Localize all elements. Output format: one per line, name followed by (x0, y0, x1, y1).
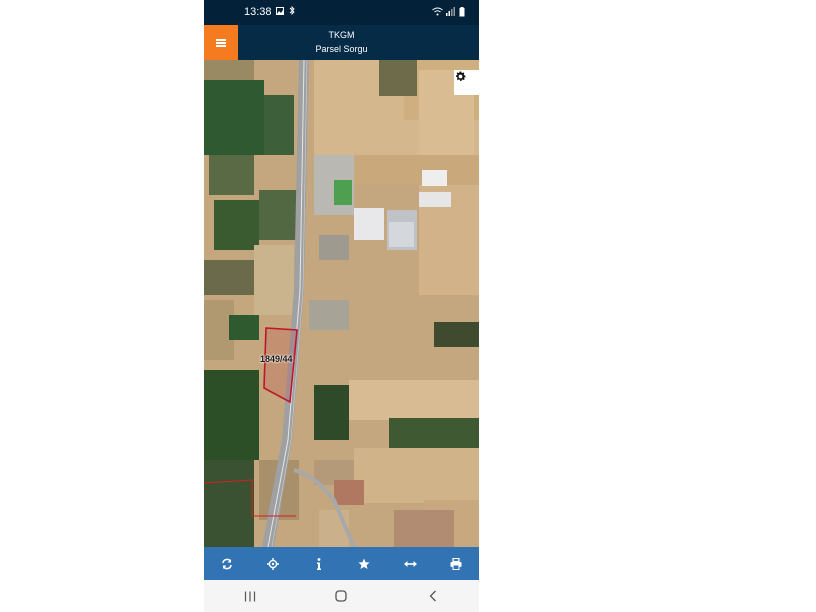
gear-icon (456, 71, 466, 81)
app-header: TKGM Parsel Sorgu (204, 25, 479, 60)
bluetooth-icon (289, 6, 295, 16)
status-time: 13:38 (244, 6, 272, 18)
refresh-icon (222, 558, 232, 569)
home-button[interactable] (326, 584, 356, 608)
satellite-map[interactable]: 1849/44 (204, 60, 479, 547)
map-settings-button[interactable] (454, 70, 479, 95)
back-icon (429, 590, 437, 602)
map-imagery (204, 60, 479, 547)
system-nav-bar (204, 580, 479, 612)
info-button[interactable] (307, 552, 331, 576)
locate-icon (266, 557, 279, 570)
app-title: TKGM (328, 30, 355, 40)
measure-icon (403, 560, 417, 567)
image-icon (276, 6, 284, 15)
status-right-icons (432, 6, 465, 17)
back-button[interactable] (418, 584, 448, 608)
print-icon (450, 557, 462, 570)
info-icon (316, 557, 321, 570)
signal-icon (446, 7, 456, 17)
home-icon (335, 590, 348, 602)
status-left-icons (276, 5, 295, 16)
phone-screen: 13:38 TKGM Parsel Sorgu 1849/44 (204, 0, 479, 612)
star-icon (358, 558, 370, 569)
print-button[interactable] (444, 552, 468, 576)
battery-icon (459, 6, 465, 17)
wifi-icon (432, 7, 443, 16)
refresh-button[interactable] (215, 552, 239, 576)
parcel-label: 1849/44 (260, 354, 293, 364)
locate-button[interactable] (261, 552, 285, 576)
recent-apps-button[interactable] (235, 584, 265, 608)
map-toolbar (204, 547, 479, 580)
measure-button[interactable] (398, 552, 422, 576)
app-subtitle: Parsel Sorgu (315, 44, 368, 54)
recent-apps-icon (244, 591, 255, 601)
favorite-button[interactable] (352, 552, 376, 576)
status-bar: 13:38 (204, 0, 479, 25)
